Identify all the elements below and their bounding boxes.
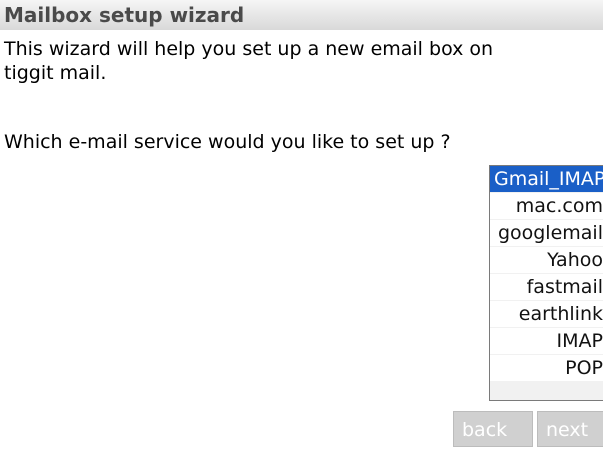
page-title: Mailbox setup wizard [4,3,245,27]
intro-text: This wizard will help you set up a new e… [4,38,494,84]
service-option-imap[interactable]: IMAP [490,328,603,354]
service-option-pop[interactable]: POP [490,355,603,381]
service-option-mac[interactable]: mac.com [490,193,603,219]
next-button[interactable]: next [537,411,603,447]
title-bar: Mailbox setup wizard [0,0,603,30]
email-service-list[interactable]: Gmail_IMAP mac.com googlemail Yahoo fast… [489,165,603,401]
service-option-googlemail[interactable]: googlemail [490,220,603,246]
service-option-fastmail[interactable]: fastmail [490,274,603,300]
question-text: Which e-mail service would you like to s… [4,131,451,153]
service-option-earthlink[interactable]: earthlink [490,301,603,327]
service-option-gmail-imap[interactable]: Gmail_IMAP [490,166,603,192]
service-option-yahoo[interactable]: Yahoo [490,247,603,273]
back-button[interactable]: back [453,411,533,447]
